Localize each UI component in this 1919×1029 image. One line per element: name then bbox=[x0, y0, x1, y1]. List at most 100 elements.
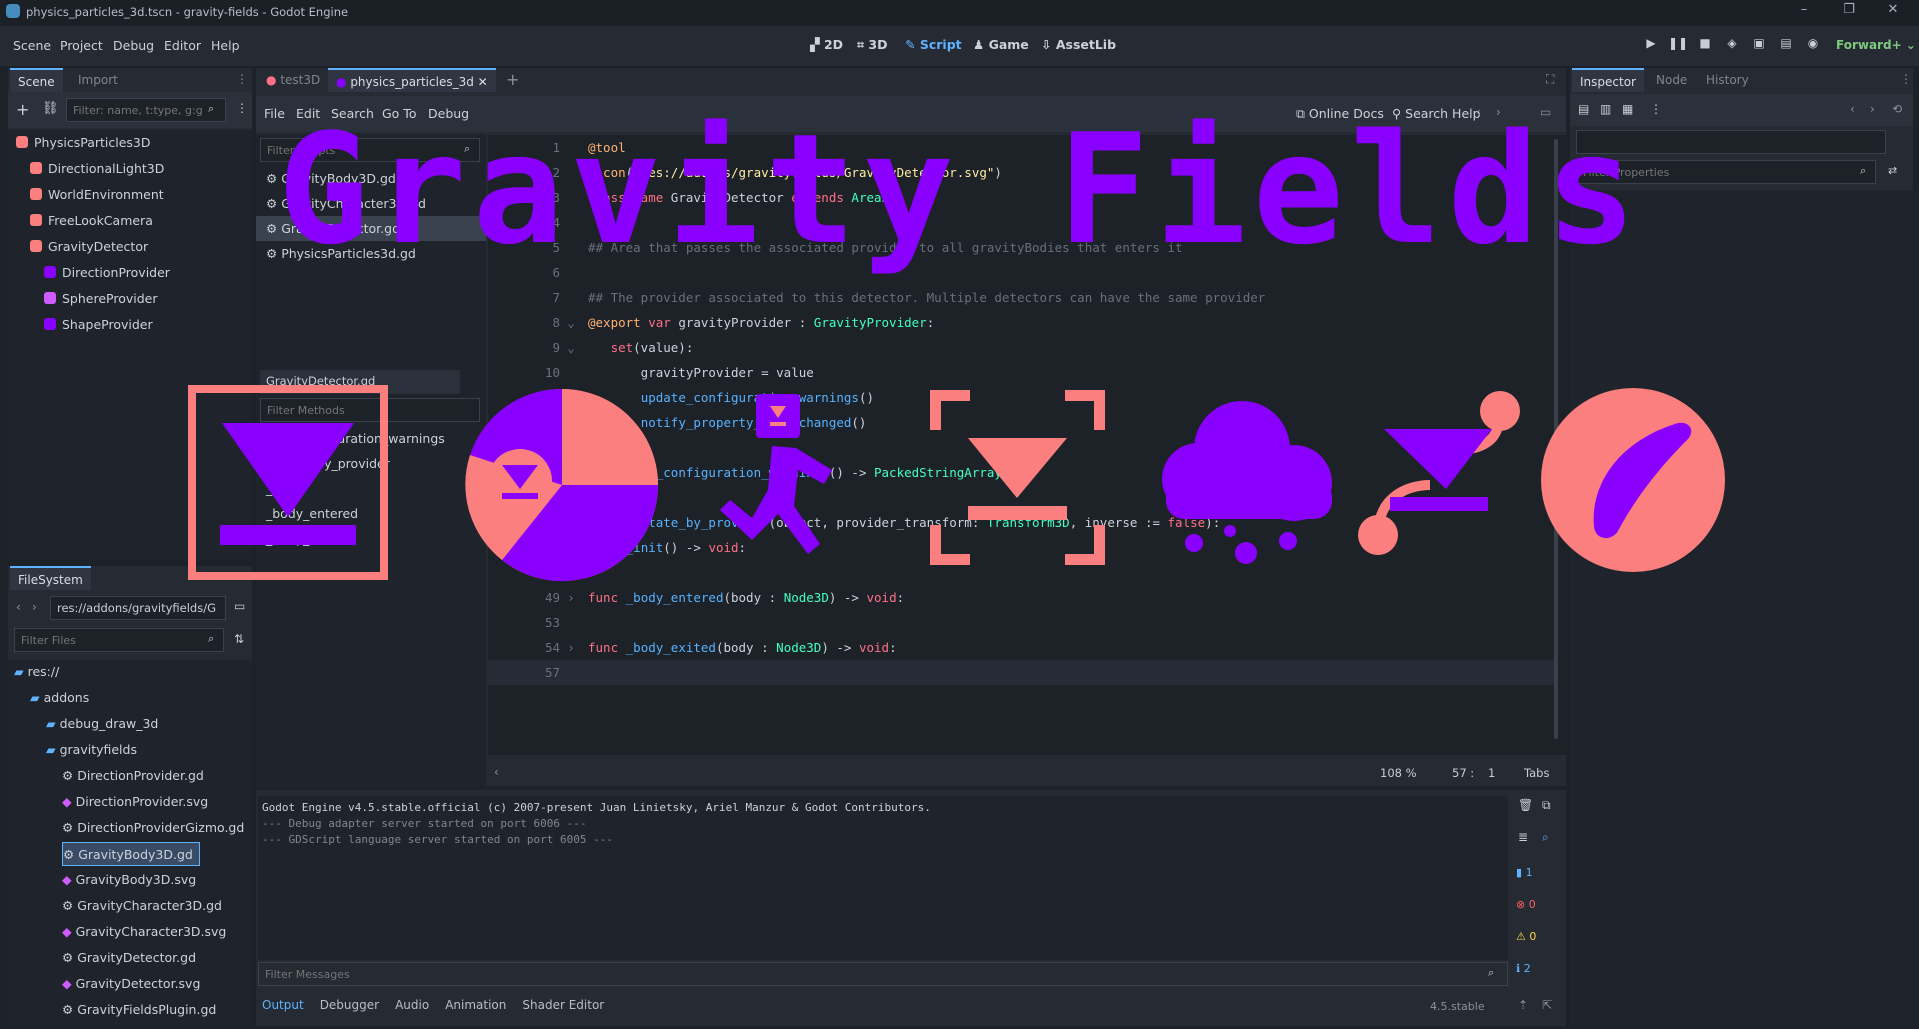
pin-panel-icon[interactable]: ⇡ bbox=[1518, 998, 1528, 1012]
stop-icon[interactable]: ■ bbox=[1695, 36, 1715, 56]
search-icon: ⌕ bbox=[1488, 966, 1495, 979]
file-item[interactable]: ▰ addons bbox=[30, 686, 95, 710]
history-back-icon[interactable]: ‹ bbox=[1850, 102, 1855, 116]
file-item[interactable]: ⚙ GravityCharacter3D.gd bbox=[62, 894, 228, 918]
split-mode-icon[interactable]: ▭ bbox=[234, 599, 245, 613]
fold-arrow-icon[interactable]: › bbox=[560, 585, 582, 610]
movie-maker-icon[interactable]: ◉ bbox=[1803, 36, 1823, 56]
line-number: 53 bbox=[544, 615, 560, 630]
tab-test3d[interactable]: ● test3D bbox=[258, 68, 328, 92]
error-count[interactable]: ⊗ 0 bbox=[1516, 898, 1536, 911]
file-item[interactable]: ▰ gravityfields bbox=[46, 738, 143, 762]
scene-node[interactable]: DirectionalLight3D bbox=[30, 156, 164, 182]
file-item[interactable]: ▰ debug_draw_3d bbox=[46, 712, 164, 736]
file-item-label: GravityDetector.gd bbox=[77, 950, 197, 965]
bottom-tab[interactable]: Debugger bbox=[320, 998, 379, 1012]
dock-menu-icon[interactable]: ⋮ bbox=[1900, 72, 1912, 86]
renderer-select[interactable]: Forward+ ⌄ bbox=[1836, 38, 1916, 52]
line-number: 54 bbox=[544, 640, 560, 655]
tab-node[interactable]: Node bbox=[1648, 68, 1695, 92]
fold-arrow-icon[interactable]: ⌄ bbox=[560, 310, 582, 335]
indent-mode[interactable]: Tabs bbox=[1524, 766, 1549, 780]
file-item[interactable]: ◆ GravityBody3D.svg bbox=[62, 868, 202, 892]
file-item[interactable]: ◆ GravityDetector.svg bbox=[62, 972, 206, 996]
history-forward-icon[interactable]: › bbox=[1870, 102, 1875, 116]
bottom-tab[interactable]: Audio bbox=[395, 998, 429, 1012]
workspace-assetlib[interactable]: ⇩ AssetLib bbox=[1041, 37, 1116, 52]
scene-node[interactable]: SphereProvider bbox=[44, 286, 158, 312]
collapse-icon[interactable]: ≣ bbox=[1518, 830, 1528, 844]
tab-scene[interactable]: Scene bbox=[10, 68, 63, 92]
search-output-icon[interactable]: ⌕ bbox=[1542, 830, 1549, 845]
expand-panel-icon[interactable]: ⇱ bbox=[1542, 998, 1552, 1012]
file-filter-input[interactable] bbox=[14, 628, 224, 652]
menu-editor[interactable]: Editor bbox=[164, 38, 201, 53]
forward-icon[interactable]: › bbox=[32, 600, 37, 614]
scene-node[interactable]: ShapeProvider bbox=[44, 312, 153, 338]
bottom-tab[interactable]: Output bbox=[262, 998, 304, 1012]
scene-node[interactable]: WorldEnvironment bbox=[30, 182, 164, 208]
scene-node[interactable]: DirectionProvider bbox=[44, 260, 170, 286]
toggle-scripts-panel-icon[interactable]: ‹ bbox=[494, 765, 499, 779]
log-count[interactable]: ▮ 1 bbox=[1516, 866, 1533, 879]
bottom-tab[interactable]: Animation bbox=[445, 998, 506, 1012]
warning-count[interactable]: ⚠ 0 bbox=[1516, 930, 1536, 943]
workspace-3d[interactable]: ⌗ 3D bbox=[857, 37, 887, 53]
file-item-label: GravityBody3D.gd bbox=[78, 847, 193, 862]
play-icon[interactable]: ▶ bbox=[1641, 36, 1661, 56]
file-item[interactable]: ⚙ DirectionProviderGizmo.gd bbox=[62, 816, 250, 840]
close-window-button[interactable]: ✕ bbox=[1880, 2, 1906, 22]
workspace-2d[interactable]: ▞ 2D bbox=[810, 37, 843, 52]
file-item[interactable]: ⚙ GravityFieldsPlugin.gd bbox=[62, 998, 222, 1022]
pause-icon[interactable]: ❚❚ bbox=[1668, 36, 1688, 56]
scene-node[interactable]: PhysicsParticles3D bbox=[16, 130, 151, 156]
script-file-icon: ⚙ bbox=[63, 847, 79, 862]
filter-messages-input[interactable] bbox=[258, 962, 1508, 986]
file-item[interactable]: ⚙ GravityBody3D.gd bbox=[62, 842, 200, 866]
tab-physics-particles[interactable]: ● physics_particles_3d ✕ bbox=[328, 68, 496, 92]
tab-inspector[interactable]: Inspector bbox=[1572, 68, 1644, 92]
line-number: 7 bbox=[552, 290, 560, 305]
back-icon[interactable]: ‹ bbox=[16, 600, 21, 614]
menu-scene[interactable]: Scene bbox=[13, 38, 51, 53]
workspace-game[interactable]: ♟ Game bbox=[973, 37, 1029, 52]
menu-debug[interactable]: Debug bbox=[113, 38, 154, 53]
file-item[interactable]: ⚙ DirectionProvider.gd bbox=[62, 764, 210, 788]
fold-arrow-icon[interactable]: ⌄ bbox=[560, 335, 582, 360]
zoom-level[interactable]: 108 % bbox=[1380, 766, 1417, 780]
add-tab-icon[interactable]: + bbox=[506, 70, 519, 89]
minimize-button[interactable]: – bbox=[1791, 2, 1817, 22]
tab-history[interactable]: History bbox=[1698, 68, 1757, 92]
file-item[interactable]: ▰ res:// bbox=[14, 660, 65, 684]
play-custom-scene-icon[interactable]: ▤ bbox=[1776, 36, 1796, 56]
bottom-tab[interactable]: Shader Editor bbox=[522, 998, 604, 1012]
file-item[interactable]: ◆ DirectionProvider.svg bbox=[62, 790, 214, 814]
scene-node[interactable]: FreeLookCamera bbox=[30, 208, 153, 234]
workspace-script[interactable]: ✎ Script bbox=[905, 37, 962, 52]
tab-filesystem[interactable]: FileSystem bbox=[10, 566, 91, 590]
file-item[interactable]: ◆ GravityCharacter3D.svg bbox=[62, 920, 232, 944]
code-token: @export bbox=[588, 315, 641, 330]
path-field[interactable]: res://addons/gravityfields/G bbox=[50, 596, 226, 620]
copy-output-icon[interactable]: ⧉ bbox=[1542, 798, 1551, 813]
sort-icon[interactable]: ⇅ bbox=[234, 632, 244, 646]
file-item[interactable]: ⚙ GravityDetector.gd bbox=[62, 946, 202, 970]
menu-help[interactable]: Help bbox=[211, 38, 240, 53]
line-number: 10 bbox=[544, 365, 560, 380]
remote-debug-icon[interactable]: ◈ bbox=[1722, 36, 1742, 56]
close-tab-icon[interactable]: ✕ bbox=[478, 75, 488, 89]
maximize-button[interactable]: ❐ bbox=[1836, 2, 1862, 22]
add-node-icon[interactable]: + bbox=[16, 100, 29, 119]
tab-import[interactable]: Import bbox=[70, 68, 126, 92]
menu-project[interactable]: Project bbox=[60, 38, 103, 53]
link-scene-icon[interactable]: ⛓ bbox=[42, 101, 59, 116]
fold-arrow-icon[interactable]: › bbox=[560, 635, 582, 660]
message-count[interactable]: ℹ 2 bbox=[1516, 962, 1531, 975]
distraction-free-icon[interactable]: ⛶ bbox=[1546, 72, 1554, 87]
clear-output-icon[interactable]: 🗑 bbox=[1518, 798, 1533, 812]
scene-node[interactable]: GravityDetector bbox=[30, 234, 148, 260]
play-scene-icon[interactable]: ▣ bbox=[1749, 36, 1769, 56]
dock-menu-icon[interactable]: ⋮ bbox=[236, 72, 248, 86]
inspector-options-icon[interactable]: ⇄ bbox=[1888, 164, 1897, 177]
object-history-icon[interactable]: ⟲ bbox=[1892, 102, 1902, 116]
